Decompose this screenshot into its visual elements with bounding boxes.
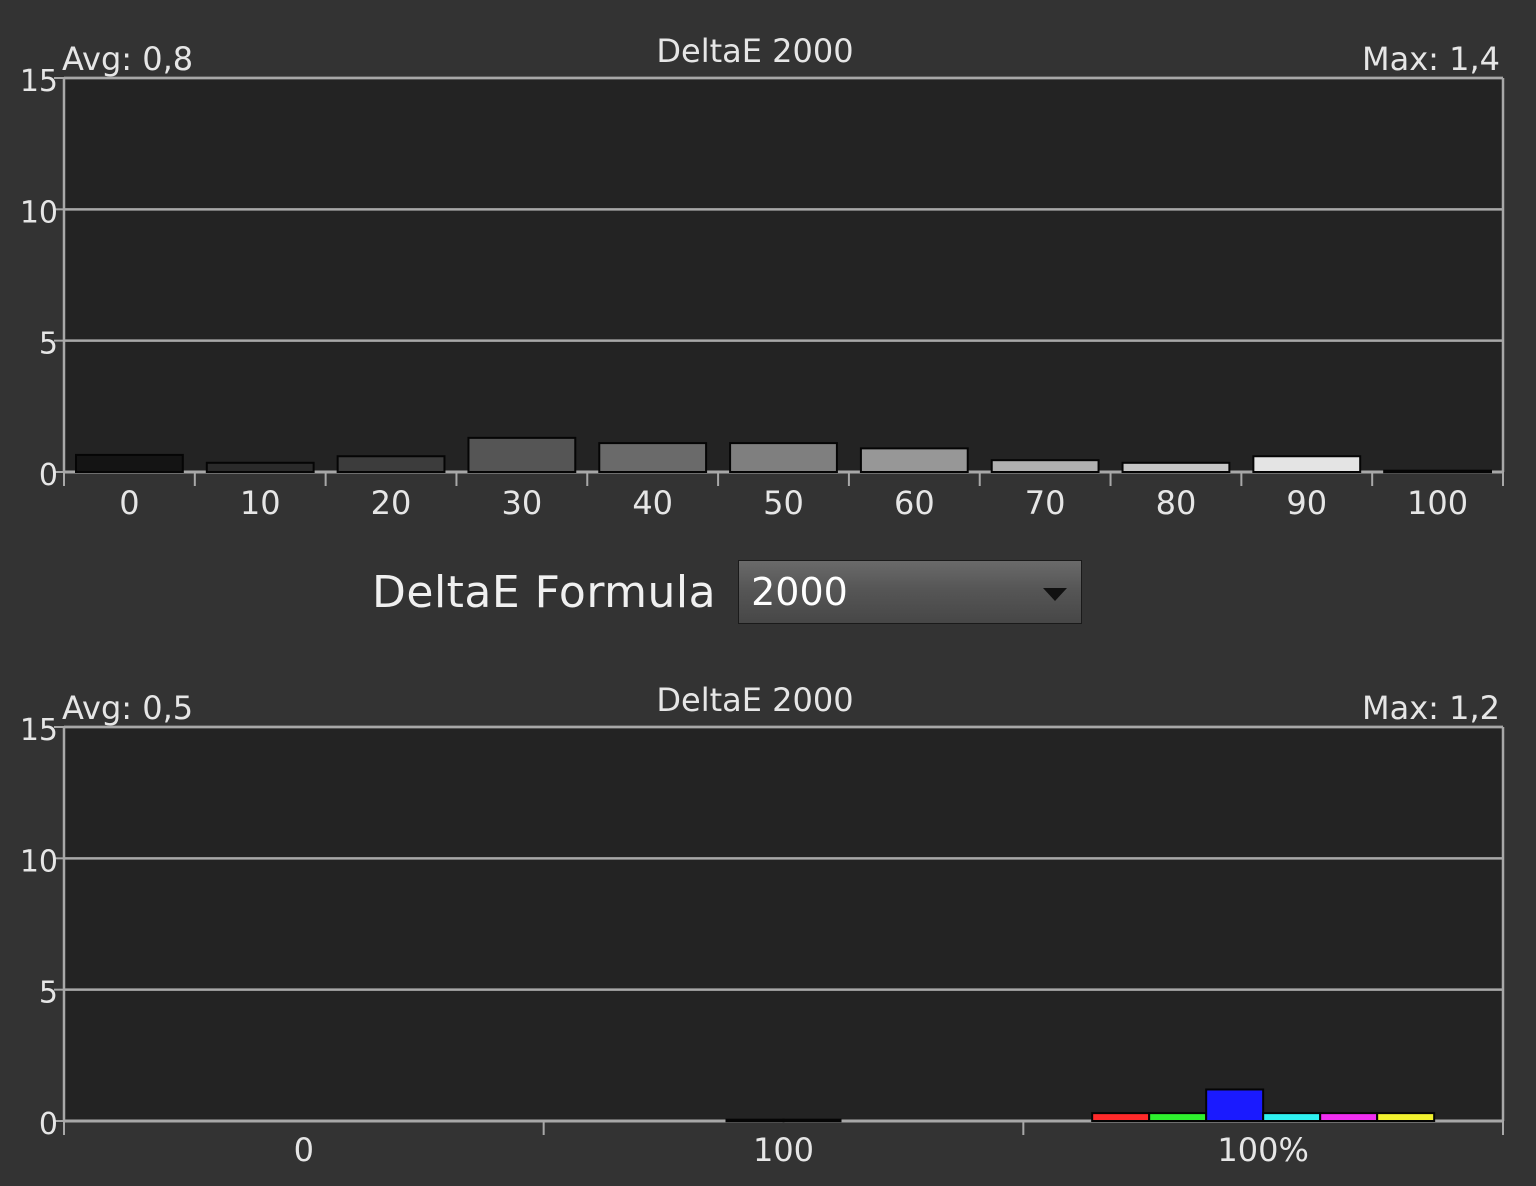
bar <box>1383 469 1492 474</box>
bar <box>859 447 969 473</box>
plot-area: 0 5 10 15 0 10 20 30 40 50 60 70 80 90 100 <box>20 64 1505 522</box>
grayscale-deltae-chart: DeltaE 2000 Avg: 0,8 Max: 1,4 0 5 10 15 0 10 2… <box>20 32 1505 522</box>
x-tick-label: 70 <box>1025 484 1066 522</box>
deltae-formula-value: 2000 <box>751 570 848 614</box>
deltae-formula-dropdown[interactable]: 2000 <box>738 560 1083 624</box>
bar <box>782 1118 842 1123</box>
bar <box>990 459 1100 473</box>
y-tick-label: 0 <box>39 1107 58 1142</box>
max-label: Max: 1,4 <box>1362 40 1500 78</box>
bar <box>1319 1112 1379 1122</box>
bar <box>1148 1112 1208 1122</box>
deltae-formula-label: DeltaE Formula <box>372 566 717 618</box>
bar <box>336 455 446 473</box>
bar <box>75 453 184 473</box>
avg-label: Avg: 0,8 <box>62 40 193 78</box>
y-tick-label: 15 <box>20 713 58 748</box>
color-deltae-chart: DeltaE 2000 Avg: 0,5 Max: 1,2 0 5 10 15 0 100… <box>20 681 1505 1169</box>
x-tick-label: 60 <box>894 484 935 522</box>
bar <box>1205 1088 1265 1123</box>
plot-area: 0 5 10 15 0 100 100% <box>20 713 1505 1169</box>
bar <box>725 1118 785 1123</box>
y-tick-label: 10 <box>20 844 58 879</box>
x-tick-label: 0 <box>294 1131 314 1169</box>
x-tick-label: 100 <box>1407 484 1468 522</box>
x-tick-label: 50 <box>763 484 804 522</box>
x-tick-label: 100% <box>1217 1131 1308 1169</box>
y-tick-label: 0 <box>39 458 58 493</box>
x-tick-label: 80 <box>1156 484 1197 522</box>
bar <box>205 461 315 474</box>
y-tick-label: 5 <box>39 327 58 362</box>
x-tick-label: 90 <box>1286 484 1327 522</box>
bar <box>1121 461 1231 474</box>
bar <box>1252 455 1362 473</box>
bar <box>1262 1112 1322 1122</box>
x-tick-label: 100 <box>753 1131 814 1169</box>
chevron-down-icon[interactable] <box>1043 588 1068 601</box>
bar <box>1376 1112 1436 1122</box>
bar <box>1091 1112 1151 1122</box>
bar <box>467 436 577 473</box>
chart-title: DeltaE 2000 <box>656 32 853 70</box>
bar <box>729 442 838 473</box>
bar <box>598 442 708 473</box>
plot-background <box>64 727 1503 1121</box>
chart-title: DeltaE 2000 <box>656 681 853 719</box>
y-tick-label: 5 <box>39 976 58 1011</box>
y-tick-label: 15 <box>20 64 58 99</box>
avg-label: Avg: 0,5 <box>62 689 193 727</box>
x-tick-label: 10 <box>240 484 281 522</box>
x-tick-label: 30 <box>502 484 543 522</box>
max-label: Max: 1,2 <box>1362 689 1500 727</box>
x-tick-label: 40 <box>632 484 673 522</box>
x-tick-label: 0 <box>119 484 139 522</box>
deltae-formula-row: DeltaE Formula 2000 <box>372 558 1083 626</box>
y-tick-label: 10 <box>20 195 58 230</box>
x-tick-label: 20 <box>371 484 412 522</box>
plot-background <box>64 78 1503 472</box>
